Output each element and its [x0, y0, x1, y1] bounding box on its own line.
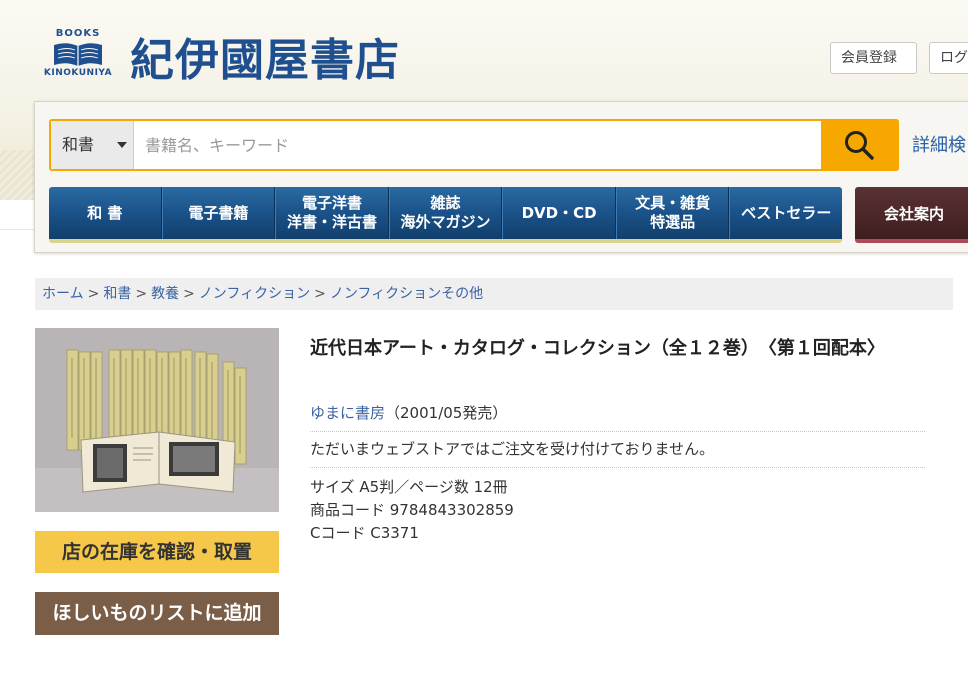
breadcrumb-separator: > — [87, 286, 100, 302]
open-book-icon — [54, 43, 102, 66]
nav-item[interactable]: 和 書 — [49, 187, 162, 239]
search-icon — [845, 131, 874, 160]
publisher-line: ゆまに書房（2001/05発売） — [310, 402, 507, 423]
product-title: 近代日本アート・カタログ・コレクション（全１２巻） 〈第１回配本〉 — [310, 338, 885, 359]
nav-item[interactable]: 電子書籍 — [161, 187, 276, 239]
breadcrumb-link[interactable]: 和書 — [103, 286, 131, 302]
size-pages-info: サイズ A5判／ページ数 12冊 — [310, 478, 508, 496]
nav-item[interactable]: 文具・雑貨 特選品 — [615, 187, 730, 239]
publisher-link[interactable]: ゆまに書房 — [310, 404, 385, 422]
breadcrumb-separator: > — [314, 286, 326, 302]
login-button[interactable]: ログ — [929, 42, 968, 74]
store-logo-title[interactable]: 紀伊國屋書店 — [130, 24, 400, 88]
nav-company-info[interactable]: 会社案内 — [855, 187, 968, 243]
register-button[interactable]: 会員登録 — [830, 42, 917, 74]
product-image — [35, 328, 279, 512]
release-date: （2001/05発売） — [385, 404, 508, 422]
c-code-info: Cコード C3371 — [310, 524, 419, 542]
nav-item[interactable]: DVD・CD — [502, 187, 616, 239]
check-store-stock-button[interactable]: 店の在庫を確認・取置 — [35, 531, 279, 573]
search-input[interactable] — [134, 121, 820, 169]
divider — [310, 467, 925, 468]
breadcrumb: ホーム > 和書 > 教養 > ノンフィクション > ノンフィクションその他 — [35, 278, 953, 310]
breadcrumb-link[interactable]: ノンフィクションその他 — [330, 286, 483, 302]
search-button[interactable] — [821, 119, 899, 171]
advanced-search-link[interactable]: 詳細検 — [912, 131, 966, 157]
category-nav: 和 書電子書籍 電子洋書 洋書・洋古書 雑誌 海外マガジン DVD・CD 文具・雑貨 特… — [49, 187, 842, 243]
nav-item[interactable]: 電子洋書 洋書・洋古書 — [275, 187, 389, 239]
caret-down-icon — [117, 142, 127, 148]
breadcrumb-link[interactable]: ホーム — [42, 286, 84, 302]
nav-item[interactable]: 雑誌 海外マガジン — [388, 187, 503, 239]
breadcrumb-link[interactable]: ノンフィクション — [199, 286, 310, 302]
breadcrumb-separator: > — [135, 286, 148, 302]
logo-kinokuniya-text: KINOKUNIYA — [43, 68, 113, 78]
product-code-info: 商品コード 9784843302859 — [310, 501, 514, 519]
divider — [310, 431, 925, 432]
book-set-photo — [35, 328, 279, 512]
breadcrumb-link[interactable]: 教養 — [151, 286, 179, 302]
nav-item[interactable]: ベストセラー — [729, 187, 842, 239]
kinokuniya-logo-mark[interactable]: BOOKS KINOKUNIYA — [42, 28, 114, 80]
logo-books-text: BOOKS — [55, 28, 101, 39]
order-notice: ただいまウェブストアではご注文を受け付けておりません。 — [310, 440, 715, 458]
add-to-wishlist-button[interactable]: ほしいものリストに追加 — [35, 592, 279, 635]
breadcrumb-separator: > — [183, 286, 195, 302]
